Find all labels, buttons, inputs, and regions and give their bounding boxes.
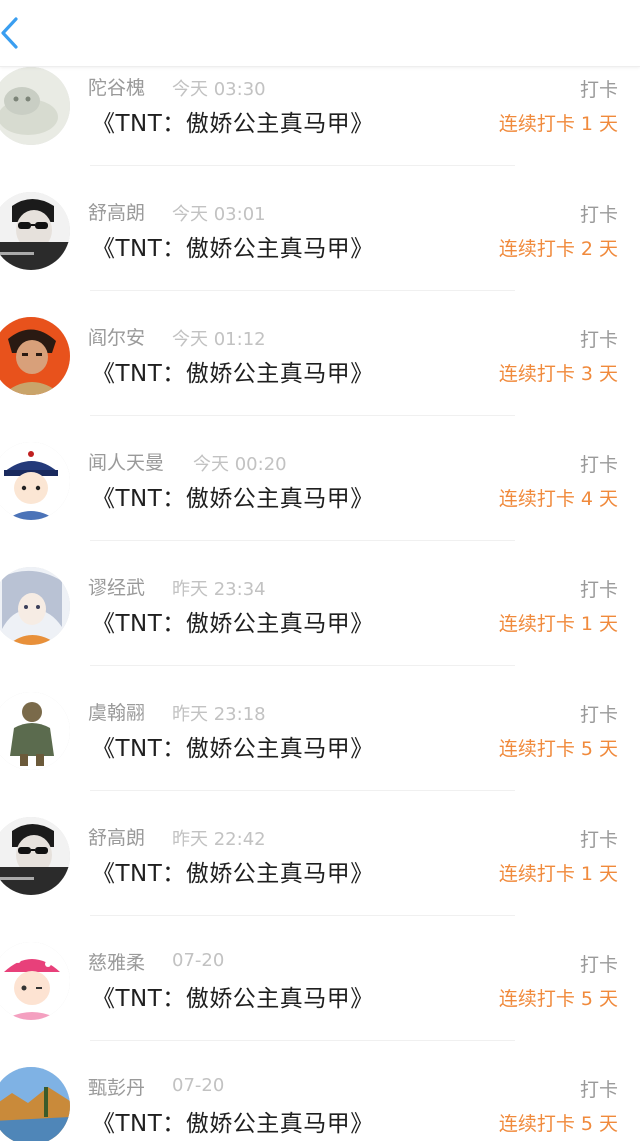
pink-cap-avatar-icon — [0, 942, 70, 1020]
streak-label: 连续打卡 1 天 — [498, 113, 618, 135]
user-name[interactable]: 闻人天曼 — [88, 448, 164, 475]
user-avatar[interactable] — [0, 442, 70, 520]
landscape-avatar-icon — [0, 1067, 70, 1141]
user-name[interactable]: 舒高朗 — [88, 823, 145, 850]
cat-avatar-icon — [0, 67, 70, 145]
user-avatar[interactable] — [0, 942, 70, 1020]
checkin-label: 打卡 — [579, 829, 618, 851]
feed-row[interactable]: 甄彭丹 07-20 《TNT：傲娇公主真马甲》 打卡 连续打卡 5 天 — [0, 1041, 640, 1141]
user-avatar[interactable] — [0, 1067, 70, 1141]
user-avatar[interactable] — [0, 317, 70, 395]
user-avatar[interactable] — [0, 692, 70, 770]
streak-label: 连续打卡 5 天 — [498, 988, 618, 1010]
back-button[interactable] — [0, 10, 36, 56]
post-time: 今天 00:20 — [193, 454, 287, 475]
feed-row[interactable]: 舒高朗 昨天 22:42 《TNT：傲娇公主真马甲》 打卡 连续打卡 1 天 — [0, 791, 640, 916]
checkin-label: 打卡 — [579, 1079, 618, 1101]
user-name[interactable]: 阎尔安 — [88, 323, 145, 350]
post-time: 今天 01:12 — [172, 329, 266, 350]
feed-row[interactable]: 谬经武 昨天 23:34 《TNT：傲娇公主真马甲》 打卡 连续打卡 1 天 — [0, 541, 640, 666]
user-name[interactable]: 甄彭丹 — [88, 1073, 145, 1100]
post-time: 今天 03:01 — [172, 204, 266, 225]
user-avatar[interactable] — [0, 67, 70, 145]
streak-label: 连续打卡 5 天 — [498, 1113, 618, 1135]
sunglasses-avatar-icon — [0, 817, 70, 895]
post-time: 昨天 22:42 — [172, 829, 266, 850]
chevron-left-icon — [1, 17, 18, 49]
user-name[interactable]: 谬经武 — [88, 573, 145, 600]
user-name[interactable]: 陀谷槐 — [88, 73, 145, 100]
book-title[interactable]: 《TNT：傲娇公主真马甲》 — [92, 104, 374, 138]
checkin-label: 打卡 — [579, 329, 618, 351]
feed-row[interactable]: 阎尔安 今天 01:12 《TNT：傲娇公主真马甲》 打卡 连续打卡 3 天 — [0, 291, 640, 416]
book-title[interactable]: 《TNT：傲娇公主真马甲》 — [92, 354, 374, 388]
streak-label: 连续打卡 1 天 — [498, 613, 618, 635]
checkin-label: 打卡 — [579, 954, 618, 976]
user-avatar[interactable] — [0, 817, 70, 895]
sunglasses-avatar-icon — [0, 192, 70, 270]
book-title[interactable]: 《TNT：傲娇公主真马甲》 — [92, 479, 374, 513]
post-time: 07-20 — [172, 1075, 225, 1096]
user-name[interactable]: 舒高朗 — [88, 198, 145, 225]
silver-hair-avatar-icon — [0, 567, 70, 645]
post-time: 07-20 — [172, 950, 225, 971]
user-avatar[interactable] — [0, 192, 70, 270]
anime-orange-avatar-icon — [0, 317, 70, 395]
checkin-label: 打卡 — [579, 204, 618, 226]
checkin-label: 打卡 — [579, 579, 618, 601]
book-title[interactable]: 《TNT：傲娇公主真马甲》 — [92, 729, 374, 763]
feed-row[interactable]: 闻人天曼 今天 00:20 《TNT：傲娇公主真马甲》 打卡 连续打卡 4 天 — [0, 416, 640, 541]
checkin-label: 打卡 — [579, 454, 618, 476]
book-title[interactable]: 《TNT：傲娇公主真马甲》 — [92, 854, 374, 888]
qing-hat-avatar-icon — [0, 442, 70, 520]
streak-label: 连续打卡 4 天 — [498, 488, 618, 510]
feed-row[interactable]: 慈雅柔 07-20 《TNT：傲娇公主真马甲》 打卡 连续打卡 5 天 — [0, 916, 640, 1041]
post-time: 今天 03:30 — [172, 79, 266, 100]
feed-row[interactable]: 舒高朗 今天 03:01 《TNT：傲娇公主真马甲》 打卡 连续打卡 2 天 — [0, 166, 640, 291]
post-time: 昨天 23:34 — [172, 579, 266, 600]
user-avatar[interactable] — [0, 567, 70, 645]
checkin-feed: 陀谷槐 今天 03:30 《TNT：傲娇公主真马甲》 打卡 连续打卡 1 天 舒… — [0, 41, 640, 1141]
book-title[interactable]: 《TNT：傲娇公主真马甲》 — [92, 979, 374, 1013]
streak-label: 连续打卡 5 天 — [498, 738, 618, 760]
streak-label: 连续打卡 1 天 — [498, 863, 618, 885]
streak-label: 连续打卡 3 天 — [498, 363, 618, 385]
book-title[interactable]: 《TNT：傲娇公主真马甲》 — [92, 1104, 374, 1138]
streak-label: 连续打卡 2 天 — [498, 238, 618, 260]
user-name[interactable]: 慈雅柔 — [88, 948, 145, 975]
checkin-label: 打卡 — [579, 79, 618, 101]
book-title[interactable]: 《TNT：傲娇公主真马甲》 — [92, 229, 374, 263]
statue-avatar-icon — [0, 692, 70, 770]
book-title[interactable]: 《TNT：傲娇公主真马甲》 — [92, 604, 374, 638]
user-name[interactable]: 虞翰翮 — [88, 698, 145, 725]
feed-row[interactable]: 虞翰翮 昨天 23:18 《TNT：傲娇公主真马甲》 打卡 连续打卡 5 天 — [0, 666, 640, 791]
top-navigation-bar — [0, 0, 640, 67]
post-time: 昨天 23:18 — [172, 704, 266, 725]
checkin-label: 打卡 — [579, 704, 618, 726]
